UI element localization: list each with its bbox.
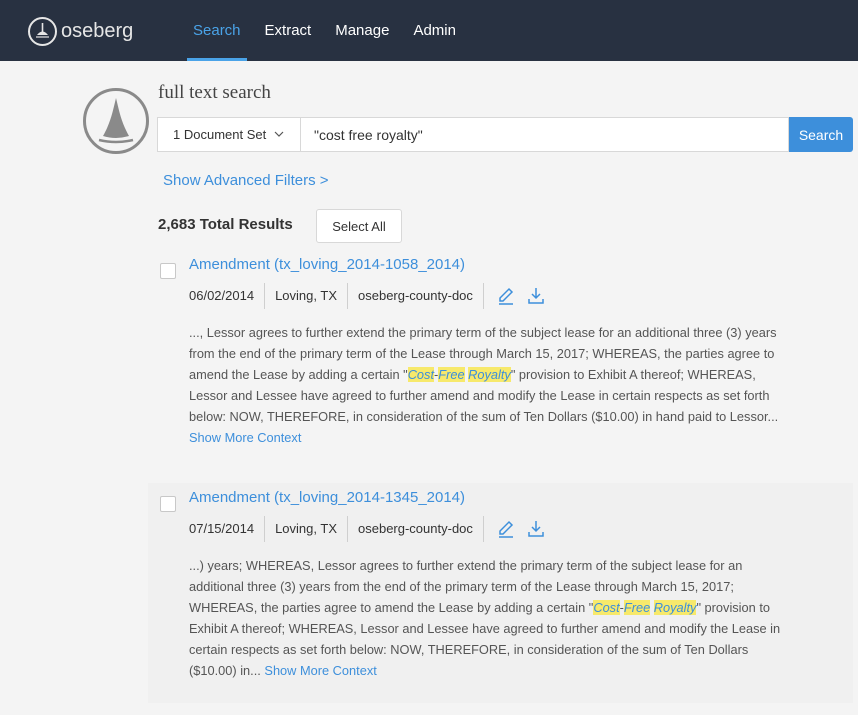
search-input[interactable]: "cost free royalty" — [300, 117, 789, 152]
search-highlight: Royalty — [653, 600, 697, 615]
show-more-context-link[interactable]: Show More Context — [264, 663, 376, 678]
search-highlight: Cost — [407, 367, 434, 382]
ship-logo-icon — [83, 88, 149, 154]
page-title: full text search — [158, 82, 271, 103]
result-snippet: ..., Lessor agrees to further extend the… — [189, 322, 791, 448]
search-button[interactable]: Search — [789, 117, 853, 152]
download-icon[interactable] — [526, 519, 546, 539]
result-title-link[interactable]: Amendment (tx_loving_2014-1058_2014) — [189, 256, 465, 273]
edit-pencil-icon[interactable] — [496, 519, 516, 539]
top-nav-bar: oseberg Search Extract Manage Admin — [0, 0, 858, 61]
nav-manage[interactable]: Manage — [335, 0, 389, 61]
search-highlight: Free — [438, 367, 465, 382]
chevron-down-icon — [274, 129, 284, 140]
result-checkbox[interactable] — [160, 496, 176, 512]
result-checkbox[interactable] — [160, 263, 176, 279]
search-bar: 1 Document Set "cost free royalty" Searc… — [157, 117, 853, 152]
download-icon[interactable] — [526, 286, 546, 306]
result-item: Amendment (tx_loving_2014-1345_2014) 07/… — [148, 483, 853, 703]
show-advanced-filters-link[interactable]: Show Advanced Filters > — [163, 172, 329, 189]
result-location: Loving, TX — [264, 283, 347, 309]
result-actions — [482, 283, 556, 309]
total-results-count: 2,683 Total Results — [158, 216, 293, 233]
nav-extract[interactable]: Extract — [265, 0, 312, 61]
result-date: 07/15/2014 — [189, 521, 255, 536]
document-set-dropdown[interactable]: 1 Document Set — [157, 117, 300, 152]
main-nav: Search Extract Manage Admin — [187, 0, 480, 61]
result-date: 06/02/2014 — [189, 288, 255, 303]
document-set-label: 1 Document Set — [173, 127, 267, 142]
oseberg-logo-icon — [28, 17, 57, 46]
search-highlight: Free — [623, 600, 651, 615]
nav-admin[interactable]: Admin — [413, 0, 456, 61]
nav-search[interactable]: Search — [187, 0, 247, 61]
result-source: oseberg-county-doc — [347, 283, 483, 309]
result-item: Amendment (tx_loving_2014-1058_2014) 06/… — [148, 250, 853, 468]
result-meta: 06/02/2014 Loving, TX oseberg-county-doc — [189, 283, 556, 309]
result-meta: 07/15/2014 Loving, TX oseberg-county-doc — [189, 516, 556, 542]
brand[interactable]: oseberg — [28, 17, 133, 46]
show-more-context-link[interactable]: Show More Context — [189, 430, 301, 445]
result-snippet: ...) years; WHEREAS, Lessor agrees to fu… — [189, 555, 791, 681]
result-location: Loving, TX — [264, 516, 347, 542]
select-all-button[interactable]: Select All — [316, 209, 402, 243]
brand-name: oseberg — [61, 20, 134, 42]
result-actions — [482, 516, 556, 542]
result-source: oseberg-county-doc — [347, 516, 483, 542]
search-highlight: Royalty — [468, 367, 511, 382]
result-title-link[interactable]: Amendment (tx_loving_2014-1345_2014) — [189, 489, 465, 506]
search-highlight: Cost — [593, 600, 620, 615]
edit-pencil-icon[interactable] — [496, 286, 516, 306]
